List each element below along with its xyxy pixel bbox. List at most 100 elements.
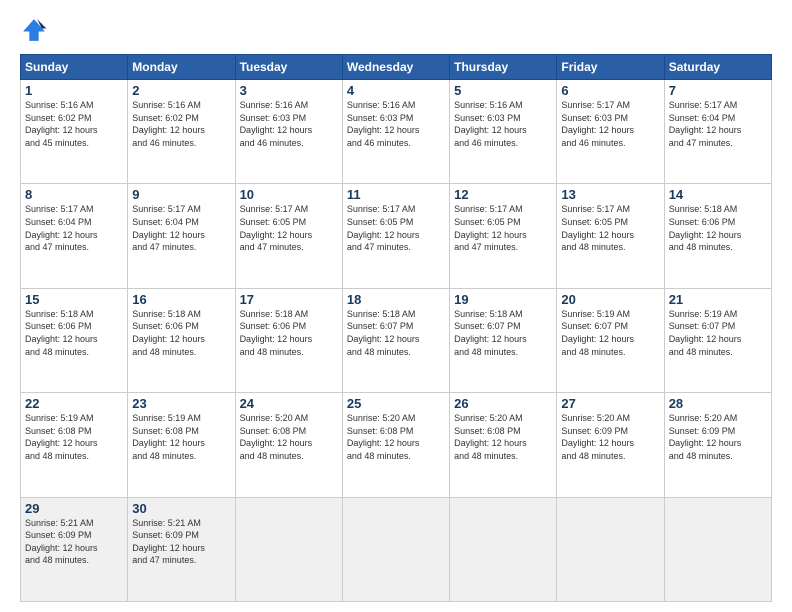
calendar-cell: 12Sunrise: 5:17 AMSunset: 6:05 PMDayligh… — [450, 184, 557, 288]
day-number: 6 — [561, 83, 659, 98]
day-number: 26 — [454, 396, 552, 411]
day-info: Sunrise: 5:21 AMSunset: 6:09 PMDaylight:… — [132, 517, 230, 567]
calendar-cell: 22Sunrise: 5:19 AMSunset: 6:08 PMDayligh… — [21, 393, 128, 497]
calendar-week-1: 1Sunrise: 5:16 AMSunset: 6:02 PMDaylight… — [21, 80, 772, 184]
calendar-cell — [342, 497, 449, 601]
day-number: 19 — [454, 292, 552, 307]
calendar-cell: 3Sunrise: 5:16 AMSunset: 6:03 PMDaylight… — [235, 80, 342, 184]
logo — [20, 16, 52, 44]
day-info: Sunrise: 5:17 AMSunset: 6:05 PMDaylight:… — [347, 203, 445, 253]
day-info: Sunrise: 5:19 AMSunset: 6:08 PMDaylight:… — [25, 412, 123, 462]
calendar-cell: 15Sunrise: 5:18 AMSunset: 6:06 PMDayligh… — [21, 288, 128, 392]
day-number: 28 — [669, 396, 767, 411]
calendar-cell: 1Sunrise: 5:16 AMSunset: 6:02 PMDaylight… — [21, 80, 128, 184]
calendar-header-row: SundayMondayTuesdayWednesdayThursdayFrid… — [21, 55, 772, 80]
day-info: Sunrise: 5:16 AMSunset: 6:03 PMDaylight:… — [240, 99, 338, 149]
day-header-wednesday: Wednesday — [342, 55, 449, 80]
day-info: Sunrise: 5:17 AMSunset: 6:03 PMDaylight:… — [561, 99, 659, 149]
day-header-tuesday: Tuesday — [235, 55, 342, 80]
calendar-cell: 14Sunrise: 5:18 AMSunset: 6:06 PMDayligh… — [664, 184, 771, 288]
day-info: Sunrise: 5:17 AMSunset: 6:05 PMDaylight:… — [240, 203, 338, 253]
calendar-cell — [664, 497, 771, 601]
day-number: 30 — [132, 501, 230, 516]
calendar-cell: 28Sunrise: 5:20 AMSunset: 6:09 PMDayligh… — [664, 393, 771, 497]
day-number: 5 — [454, 83, 552, 98]
day-number: 10 — [240, 187, 338, 202]
day-info: Sunrise: 5:20 AMSunset: 6:08 PMDaylight:… — [347, 412, 445, 462]
day-number: 16 — [132, 292, 230, 307]
calendar-cell — [450, 497, 557, 601]
day-number: 7 — [669, 83, 767, 98]
day-info: Sunrise: 5:20 AMSunset: 6:08 PMDaylight:… — [454, 412, 552, 462]
calendar-cell: 18Sunrise: 5:18 AMSunset: 6:07 PMDayligh… — [342, 288, 449, 392]
calendar-cell: 17Sunrise: 5:18 AMSunset: 6:06 PMDayligh… — [235, 288, 342, 392]
day-info: Sunrise: 5:16 AMSunset: 6:02 PMDaylight:… — [132, 99, 230, 149]
calendar-cell: 21Sunrise: 5:19 AMSunset: 6:07 PMDayligh… — [664, 288, 771, 392]
day-number: 27 — [561, 396, 659, 411]
calendar-cell — [235, 497, 342, 601]
day-number: 4 — [347, 83, 445, 98]
calendar-cell: 6Sunrise: 5:17 AMSunset: 6:03 PMDaylight… — [557, 80, 664, 184]
day-info: Sunrise: 5:19 AMSunset: 6:07 PMDaylight:… — [561, 308, 659, 358]
day-header-sunday: Sunday — [21, 55, 128, 80]
calendar-week-5: 29Sunrise: 5:21 AMSunset: 6:09 PMDayligh… — [21, 497, 772, 601]
day-number: 29 — [25, 501, 123, 516]
day-number: 18 — [347, 292, 445, 307]
day-number: 3 — [240, 83, 338, 98]
day-info: Sunrise: 5:17 AMSunset: 6:04 PMDaylight:… — [132, 203, 230, 253]
day-info: Sunrise: 5:17 AMSunset: 6:05 PMDaylight:… — [454, 203, 552, 253]
logo-icon — [20, 16, 48, 44]
day-header-thursday: Thursday — [450, 55, 557, 80]
calendar-cell: 27Sunrise: 5:20 AMSunset: 6:09 PMDayligh… — [557, 393, 664, 497]
day-number: 1 — [25, 83, 123, 98]
page: SundayMondayTuesdayWednesdayThursdayFrid… — [0, 0, 792, 612]
calendar-cell — [557, 497, 664, 601]
calendar-week-4: 22Sunrise: 5:19 AMSunset: 6:08 PMDayligh… — [21, 393, 772, 497]
day-number: 12 — [454, 187, 552, 202]
day-number: 22 — [25, 396, 123, 411]
calendar-cell: 24Sunrise: 5:20 AMSunset: 6:08 PMDayligh… — [235, 393, 342, 497]
calendar-cell: 4Sunrise: 5:16 AMSunset: 6:03 PMDaylight… — [342, 80, 449, 184]
day-number: 25 — [347, 396, 445, 411]
calendar-cell: 10Sunrise: 5:17 AMSunset: 6:05 PMDayligh… — [235, 184, 342, 288]
day-info: Sunrise: 5:19 AMSunset: 6:08 PMDaylight:… — [132, 412, 230, 462]
day-number: 8 — [25, 187, 123, 202]
day-info: Sunrise: 5:18 AMSunset: 6:06 PMDaylight:… — [240, 308, 338, 358]
day-number: 11 — [347, 187, 445, 202]
calendar-week-2: 8Sunrise: 5:17 AMSunset: 6:04 PMDaylight… — [21, 184, 772, 288]
day-info: Sunrise: 5:18 AMSunset: 6:06 PMDaylight:… — [669, 203, 767, 253]
calendar-table: SundayMondayTuesdayWednesdayThursdayFrid… — [20, 54, 772, 602]
day-info: Sunrise: 5:16 AMSunset: 6:03 PMDaylight:… — [454, 99, 552, 149]
day-number: 23 — [132, 396, 230, 411]
calendar-cell: 20Sunrise: 5:19 AMSunset: 6:07 PMDayligh… — [557, 288, 664, 392]
day-info: Sunrise: 5:19 AMSunset: 6:07 PMDaylight:… — [669, 308, 767, 358]
calendar-cell: 13Sunrise: 5:17 AMSunset: 6:05 PMDayligh… — [557, 184, 664, 288]
calendar-cell: 2Sunrise: 5:16 AMSunset: 6:02 PMDaylight… — [128, 80, 235, 184]
day-number: 9 — [132, 187, 230, 202]
day-number: 20 — [561, 292, 659, 307]
day-number: 14 — [669, 187, 767, 202]
calendar-cell: 26Sunrise: 5:20 AMSunset: 6:08 PMDayligh… — [450, 393, 557, 497]
day-info: Sunrise: 5:18 AMSunset: 6:06 PMDaylight:… — [132, 308, 230, 358]
day-info: Sunrise: 5:18 AMSunset: 6:07 PMDaylight:… — [454, 308, 552, 358]
calendar-cell: 5Sunrise: 5:16 AMSunset: 6:03 PMDaylight… — [450, 80, 557, 184]
calendar-cell: 29Sunrise: 5:21 AMSunset: 6:09 PMDayligh… — [21, 497, 128, 601]
day-info: Sunrise: 5:17 AMSunset: 6:04 PMDaylight:… — [25, 203, 123, 253]
day-info: Sunrise: 5:16 AMSunset: 6:02 PMDaylight:… — [25, 99, 123, 149]
calendar-cell: 8Sunrise: 5:17 AMSunset: 6:04 PMDaylight… — [21, 184, 128, 288]
day-info: Sunrise: 5:21 AMSunset: 6:09 PMDaylight:… — [25, 517, 123, 567]
day-number: 17 — [240, 292, 338, 307]
day-number: 2 — [132, 83, 230, 98]
day-number: 13 — [561, 187, 659, 202]
day-info: Sunrise: 5:20 AMSunset: 6:09 PMDaylight:… — [669, 412, 767, 462]
day-info: Sunrise: 5:18 AMSunset: 6:06 PMDaylight:… — [25, 308, 123, 358]
day-info: Sunrise: 5:17 AMSunset: 6:05 PMDaylight:… — [561, 203, 659, 253]
day-header-monday: Monday — [128, 55, 235, 80]
day-info: Sunrise: 5:20 AMSunset: 6:08 PMDaylight:… — [240, 412, 338, 462]
day-info: Sunrise: 5:17 AMSunset: 6:04 PMDaylight:… — [669, 99, 767, 149]
day-info: Sunrise: 5:16 AMSunset: 6:03 PMDaylight:… — [347, 99, 445, 149]
calendar-cell: 25Sunrise: 5:20 AMSunset: 6:08 PMDayligh… — [342, 393, 449, 497]
calendar-cell: 23Sunrise: 5:19 AMSunset: 6:08 PMDayligh… — [128, 393, 235, 497]
calendar-cell: 16Sunrise: 5:18 AMSunset: 6:06 PMDayligh… — [128, 288, 235, 392]
day-header-saturday: Saturday — [664, 55, 771, 80]
